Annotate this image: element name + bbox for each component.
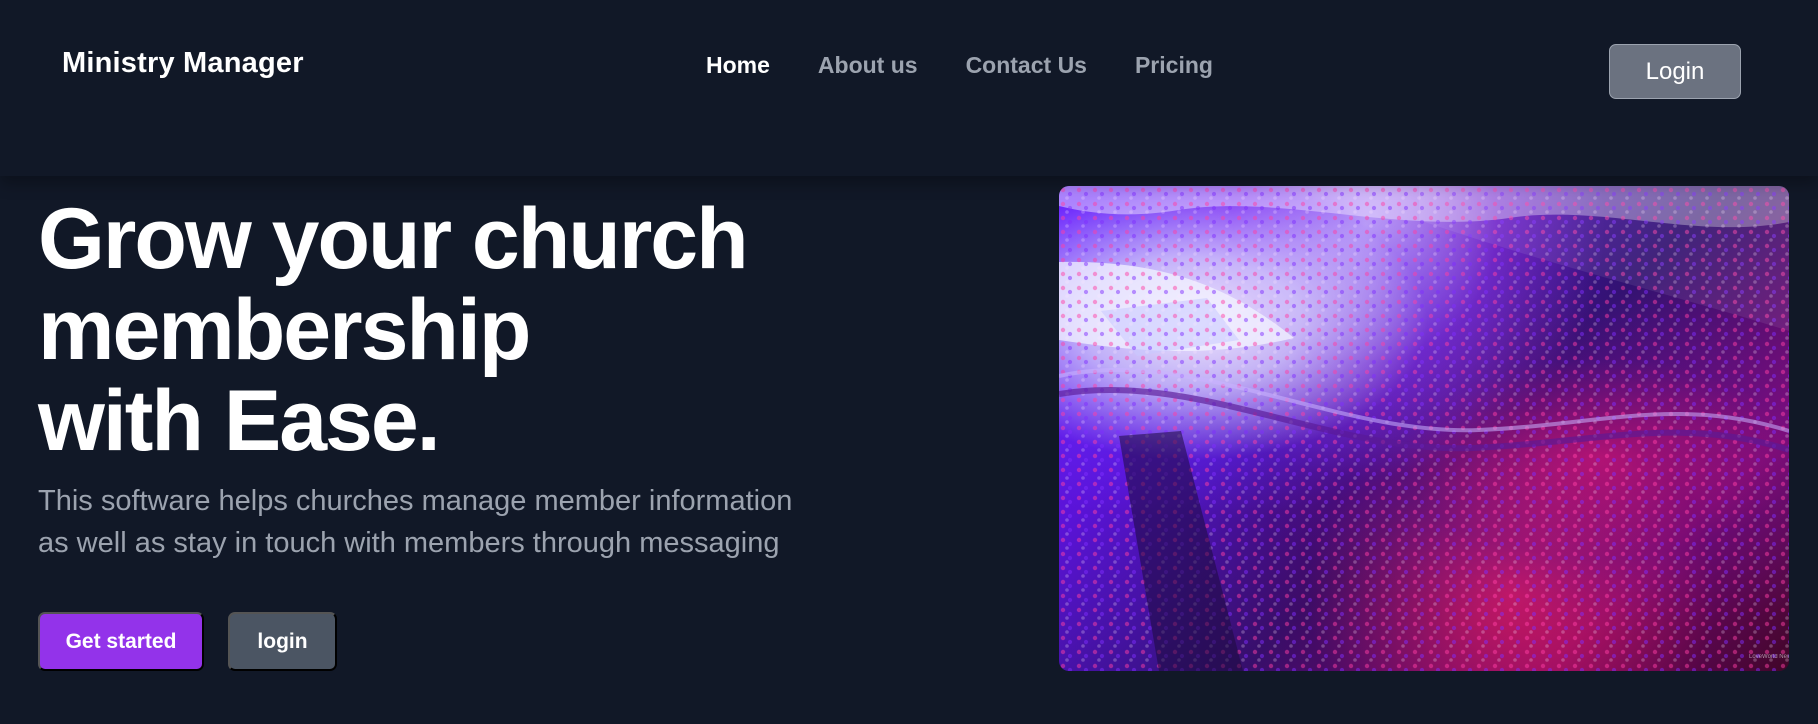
site-header: Ministry Manager Home About us Contact U…: [0, 0, 1818, 176]
nav-about-us[interactable]: About us: [818, 52, 918, 79]
hero-title: Grow your church membership with Ease.: [38, 194, 858, 467]
nav-pricing[interactable]: Pricing: [1135, 52, 1213, 79]
nav-contact-us[interactable]: Contact Us: [966, 52, 1087, 79]
hero-description-line-2: as well as stay in touch with members th…: [38, 527, 780, 559]
crowd-photo-art: LoveWorld News: [1059, 186, 1789, 671]
hero-title-line-3: with Ease.: [38, 373, 441, 469]
main-navigation: Home About us Contact Us Pricing: [706, 52, 1213, 79]
church-crowd-image: LoveWorld News: [1059, 186, 1789, 671]
hero-description-line-1: This software helps churches manage memb…: [38, 485, 793, 517]
get-started-button[interactable]: Get started: [38, 612, 204, 671]
header-login-button[interactable]: Login: [1609, 44, 1741, 99]
hero-description: This software helps churches manage memb…: [38, 480, 798, 564]
hero-login-button[interactable]: login: [228, 612, 337, 671]
nav-home[interactable]: Home: [706, 52, 770, 79]
hero-title-line-1: Grow your church: [38, 191, 749, 287]
hero-title-line-2: membership: [38, 282, 531, 378]
brand-title: Ministry Manager: [62, 47, 304, 79]
image-watermark: LoveWorld News: [1749, 654, 1789, 660]
